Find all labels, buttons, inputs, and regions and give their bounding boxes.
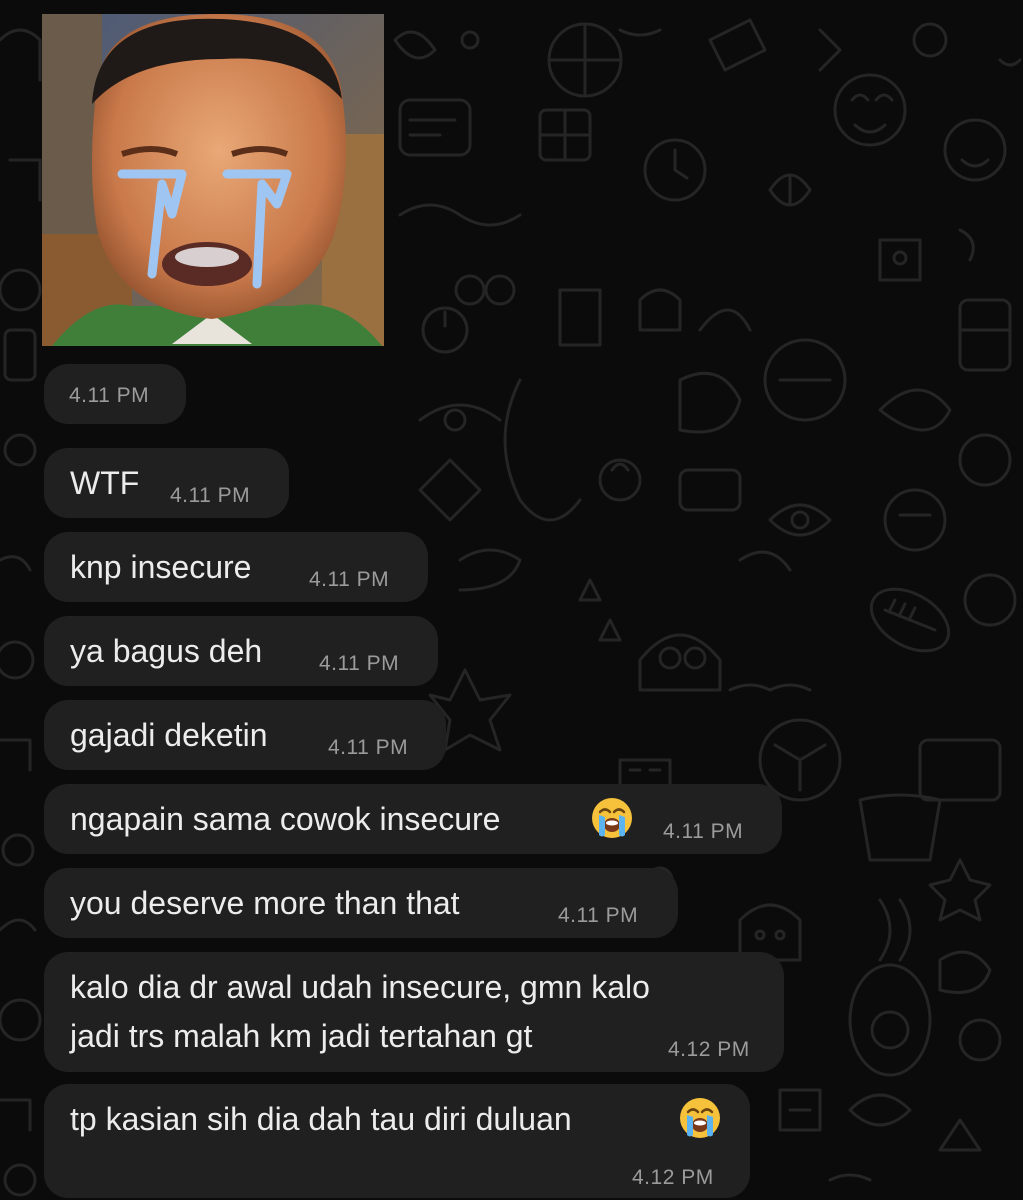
- message-text: WTF: [70, 465, 140, 501]
- message-bubble[interactable]: gajadi deketin 4.11 PM: [44, 700, 446, 770]
- message-text-line: kalo dia dr awal udah insecure, gmn kalo: [70, 969, 650, 1005]
- message-bubble[interactable]: knp insecure 4.11 PM: [44, 532, 428, 602]
- message-time: 4.11 PM: [319, 652, 400, 675]
- image-message[interactable]: [42, 14, 384, 346]
- message-time: 4.12 PM: [632, 1166, 714, 1189]
- message-bubble[interactable]: WTF 4.11 PM: [44, 448, 289, 518]
- message-time: 4.11 PM: [170, 484, 251, 507]
- message-text: ngapain sama cowok insecure: [70, 801, 501, 837]
- message-text: ya bagus deh: [70, 633, 263, 669]
- message-text: you deserve more than that: [70, 885, 460, 921]
- message-time: 4.11 PM: [69, 384, 150, 407]
- message-bubble[interactable]: ya bagus deh 4.11 PM: [44, 616, 438, 686]
- loudly-crying-face-icon: [592, 798, 632, 838]
- loudly-crying-face-icon: [680, 1098, 720, 1138]
- message-time: 4.12 PM: [668, 1038, 750, 1061]
- message-time: 4.11 PM: [558, 904, 639, 927]
- message-text-line: jadi trs malah km jadi tertahan gt: [70, 1018, 533, 1054]
- message-time: 4.11 PM: [309, 568, 390, 591]
- message-bubble[interactable]: tp kasian sih dia dah tau diri duluan 4.…: [44, 1084, 750, 1198]
- message-bubble[interactable]: you deserve more than that 4.11 PM: [44, 868, 678, 938]
- message-bubble[interactable]: ngapain sama cowok insecure 4.11 PM: [44, 784, 782, 854]
- message-text: tp kasian sih dia dah tau diri duluan: [70, 1101, 572, 1137]
- message-bubble[interactable]: kalo dia dr awal udah insecure, gmn kalo…: [44, 952, 784, 1072]
- message-time: 4.11 PM: [663, 820, 744, 843]
- message-text: gajadi deketin: [70, 717, 268, 753]
- crying-cartoon-image: [42, 14, 384, 346]
- image-timestamp-bubble: 4.11 PM: [44, 364, 186, 424]
- message-text: knp insecure: [70, 549, 252, 585]
- message-time: 4.11 PM: [328, 736, 409, 759]
